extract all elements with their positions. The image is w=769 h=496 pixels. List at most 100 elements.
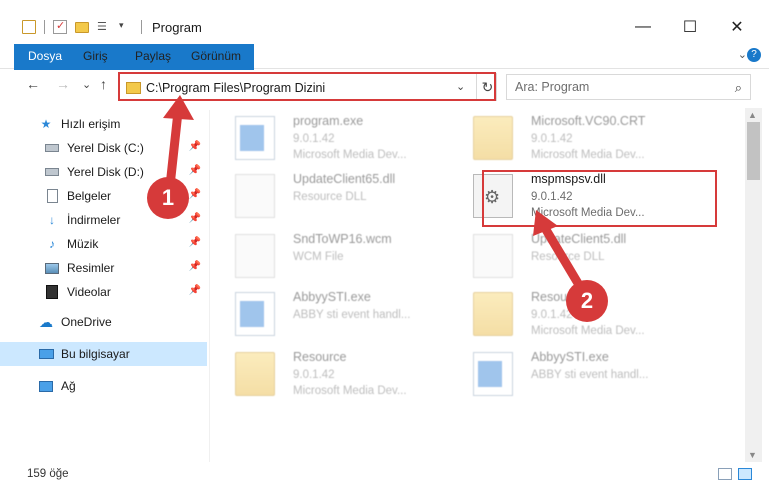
properties-icon[interactable]: ✓: [53, 20, 67, 34]
recent-locations-button[interactable]: ⌄: [82, 78, 91, 91]
pin-icon: 📌: [188, 141, 201, 152]
file-type: WCM File: [293, 251, 344, 263]
scroll-down-icon[interactable]: ▼: [748, 450, 757, 460]
pin-icon: 📌: [188, 189, 201, 200]
exe-icon: [235, 292, 275, 336]
list-item[interactable]: Microsoft.VC90.CRT 9.0.1.42 Microsoft Me…: [465, 110, 705, 166]
up-button[interactable]: ↑: [100, 76, 107, 92]
toolbar-separator: [44, 20, 45, 34]
minimize-button[interactable]: —: [620, 14, 666, 40]
star-icon: ★: [40, 117, 52, 131]
downloads-icon: ↓: [49, 213, 55, 227]
file-highlight: [482, 170, 717, 227]
file-type: Resource DLL: [293, 191, 367, 203]
list-item[interactable]: program.exe 9.0.1.42 Microsoft Media Dev…: [227, 110, 467, 166]
sidebar-item-pictures[interactable]: Resimler 📌: [0, 256, 207, 280]
file-type: Resource DLL: [531, 251, 605, 263]
sidebar-item-label: Yerel Disk (D:): [67, 165, 144, 179]
dll-icon: [235, 174, 275, 218]
music-icon: ♪: [49, 237, 55, 251]
customize-icon[interactable]: ☰: [97, 20, 111, 34]
folder-icon: [22, 20, 36, 34]
tab-share[interactable]: Paylaş: [124, 44, 182, 68]
new-folder-icon[interactable]: [75, 21, 89, 33]
ribbon-tabs: Dosya Giriş Paylaş Görünüm ⌄ ?: [0, 44, 769, 100]
search-box[interactable]: ⌕: [506, 74, 751, 100]
title-bar: ✓ ☰ ▾ Program — ☐ ✕: [0, 0, 769, 44]
list-item[interactable]: Resource 9.0.1.42 Microsoft Media Dev...: [227, 346, 467, 402]
file-description: Microsoft Media Dev...: [293, 385, 407, 397]
doc-icon: [235, 234, 275, 278]
forward-button[interactable]: →: [56, 76, 70, 92]
folder-icon: [473, 292, 513, 336]
folder-icon: [126, 82, 141, 94]
close-button[interactable]: ✕: [714, 14, 760, 40]
file-name: program.exe: [293, 114, 364, 128]
sidebar-item-label: Yerel Disk (C:): [67, 141, 144, 155]
status-bar: 159 öğe: [0, 462, 769, 486]
list-item[interactable]: UpdateClient65.dll Resource DLL: [227, 168, 467, 224]
file-version: 9.0.1.42: [293, 133, 335, 145]
file-version: 9.0.1.42: [293, 369, 335, 381]
sidebar-item-label: İndirmeler: [67, 213, 121, 227]
back-button[interactable]: ←: [26, 76, 40, 92]
list-item[interactable]: AbbyySTI.exe ABBY sti event handl...: [465, 346, 705, 402]
sidebar-item-label: Belgeler: [67, 189, 112, 203]
file-name: Microsoft.VC90.CRT: [531, 114, 646, 128]
pin-icon: 📌: [188, 165, 201, 176]
sidebar-item-videos[interactable]: Videolar 📌: [0, 280, 207, 304]
documents-icon: [44, 189, 60, 203]
sidebar-item-music[interactable]: ♪ Müzik 📌: [0, 232, 207, 256]
navigation-bar: ← → ⌄ ↑ C:\Program Files\Program Dizini …: [0, 70, 769, 104]
pin-icon: 📌: [188, 261, 201, 272]
chevron-down-icon[interactable]: ▾: [119, 20, 133, 34]
file-description: Microsoft Media Dev...: [293, 149, 407, 161]
address-path[interactable]: C:\Program Files\Program Dizini: [146, 81, 325, 95]
list-item[interactable]: SndToWP16.wcm WCM File: [227, 228, 467, 284]
sidebar-item-onedrive[interactable]: ☁ OneDrive: [0, 310, 207, 334]
tab-view[interactable]: Görünüm: [180, 44, 252, 68]
list-item[interactable]: UpdateClient5.dll Resource DLL: [465, 228, 705, 284]
exe-icon: [235, 116, 275, 160]
sidebar-item-label: Müzik: [67, 237, 99, 251]
sidebar-item-this-pc[interactable]: Bu bilgisayar: [0, 342, 207, 366]
search-icon[interactable]: ⌕: [735, 80, 742, 96]
step-badge-2: 2: [566, 280, 608, 322]
sidebar-item-label: Resimler: [67, 261, 115, 275]
list-item[interactable]: AbbyySTI.exe ABBY sti event handl...: [227, 286, 467, 342]
file-name: SndToWP16.wcm: [293, 232, 392, 246]
search-input[interactable]: [515, 80, 725, 94]
sidebar-item-label: Bu bilgisayar: [61, 347, 130, 361]
drive-icon: [44, 165, 60, 179]
details-view-icon[interactable]: [718, 468, 732, 480]
expand-ribbon-icon[interactable]: ⌄: [738, 48, 747, 61]
dll-icon: [473, 234, 513, 278]
sidebar-item-label: Ağ: [61, 379, 76, 393]
scroll-up-icon[interactable]: ▲: [748, 110, 757, 120]
toolbar-separator: [141, 20, 142, 34]
file-description: Microsoft Media Dev...: [531, 149, 645, 161]
computer-icon: [38, 347, 54, 361]
file-name: AbbyySTI.exe: [293, 290, 371, 304]
refresh-button[interactable]: ↻: [476, 74, 498, 100]
tiles-view-icon[interactable]: [738, 468, 752, 480]
sidebar-item-drive-c[interactable]: Yerel Disk (C:) 📌: [0, 136, 207, 160]
help-icon[interactable]: ?: [747, 48, 761, 62]
folder-icon: [473, 116, 513, 160]
address-bar[interactable]: C:\Program Files\Program Dizini ⌄ ↻: [119, 73, 497, 101]
pin-icon: 📌: [188, 213, 201, 224]
pin-icon: 📌: [188, 285, 201, 296]
file-description: ABBY sti event handl...: [531, 369, 649, 381]
vertical-scrollbar[interactable]: ▲ ▼: [745, 108, 762, 462]
item-count: 159 öğe: [27, 468, 69, 480]
maximize-button[interactable]: ☐: [667, 14, 713, 40]
scrollbar-thumb[interactable]: [747, 122, 760, 180]
drive-icon: [44, 141, 60, 155]
sidebar-item-quick-access[interactable]: ★ Hızlı erişim: [0, 112, 207, 136]
sidebar-item-network[interactable]: Ağ: [0, 374, 207, 398]
window-title: Program: [152, 20, 202, 35]
chevron-down-icon[interactable]: ⌄: [456, 80, 465, 93]
tab-home[interactable]: Giriş: [72, 44, 119, 68]
file-list: program.exe 9.0.1.42 Microsoft Media Dev…: [225, 110, 745, 462]
file-name: UpdateClient5.dll: [531, 232, 627, 246]
